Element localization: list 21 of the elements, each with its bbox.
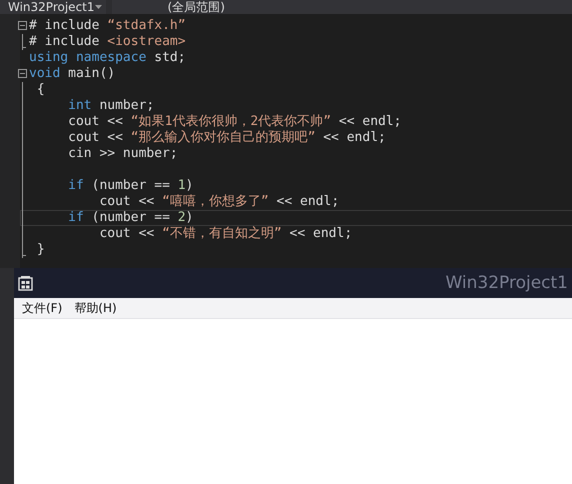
code-line: } xyxy=(36,242,46,258)
code-line: if (number == 1) xyxy=(67,178,194,194)
code-line: { xyxy=(36,82,46,98)
code-line: cin >> number; xyxy=(67,146,179,162)
code-line: cout << “如果1代表你很帅，2代表你不帅” << endl; xyxy=(67,114,403,130)
caret-icon xyxy=(94,5,102,9)
code-line: cout << “嘻嘻，你想多了” << endl; xyxy=(98,194,340,210)
app-window-icon xyxy=(18,275,33,291)
code-line: void main() xyxy=(29,66,116,82)
code-line: # include <iostream> xyxy=(29,34,187,50)
menu-item[interactable]: 文件(F) xyxy=(22,300,62,316)
code-line: cout << “不错，有自知之明” << endl; xyxy=(98,226,354,242)
code-line: # include “stdafx.h” xyxy=(29,18,187,34)
menu-item[interactable]: 帮助(H) xyxy=(74,300,117,316)
code-line: cout << “那么输入你对你自己的预期吧” << endl; xyxy=(67,130,387,146)
scope-dropdown[interactable]: Win32Project1 xyxy=(0,0,106,14)
window-title: Win32Project1 xyxy=(445,273,568,293)
collapse-icon[interactable] xyxy=(18,21,27,30)
code-line: int number; xyxy=(67,98,156,114)
collapse-icon[interactable] xyxy=(18,69,27,78)
code-line: using namespace std; xyxy=(29,50,187,66)
